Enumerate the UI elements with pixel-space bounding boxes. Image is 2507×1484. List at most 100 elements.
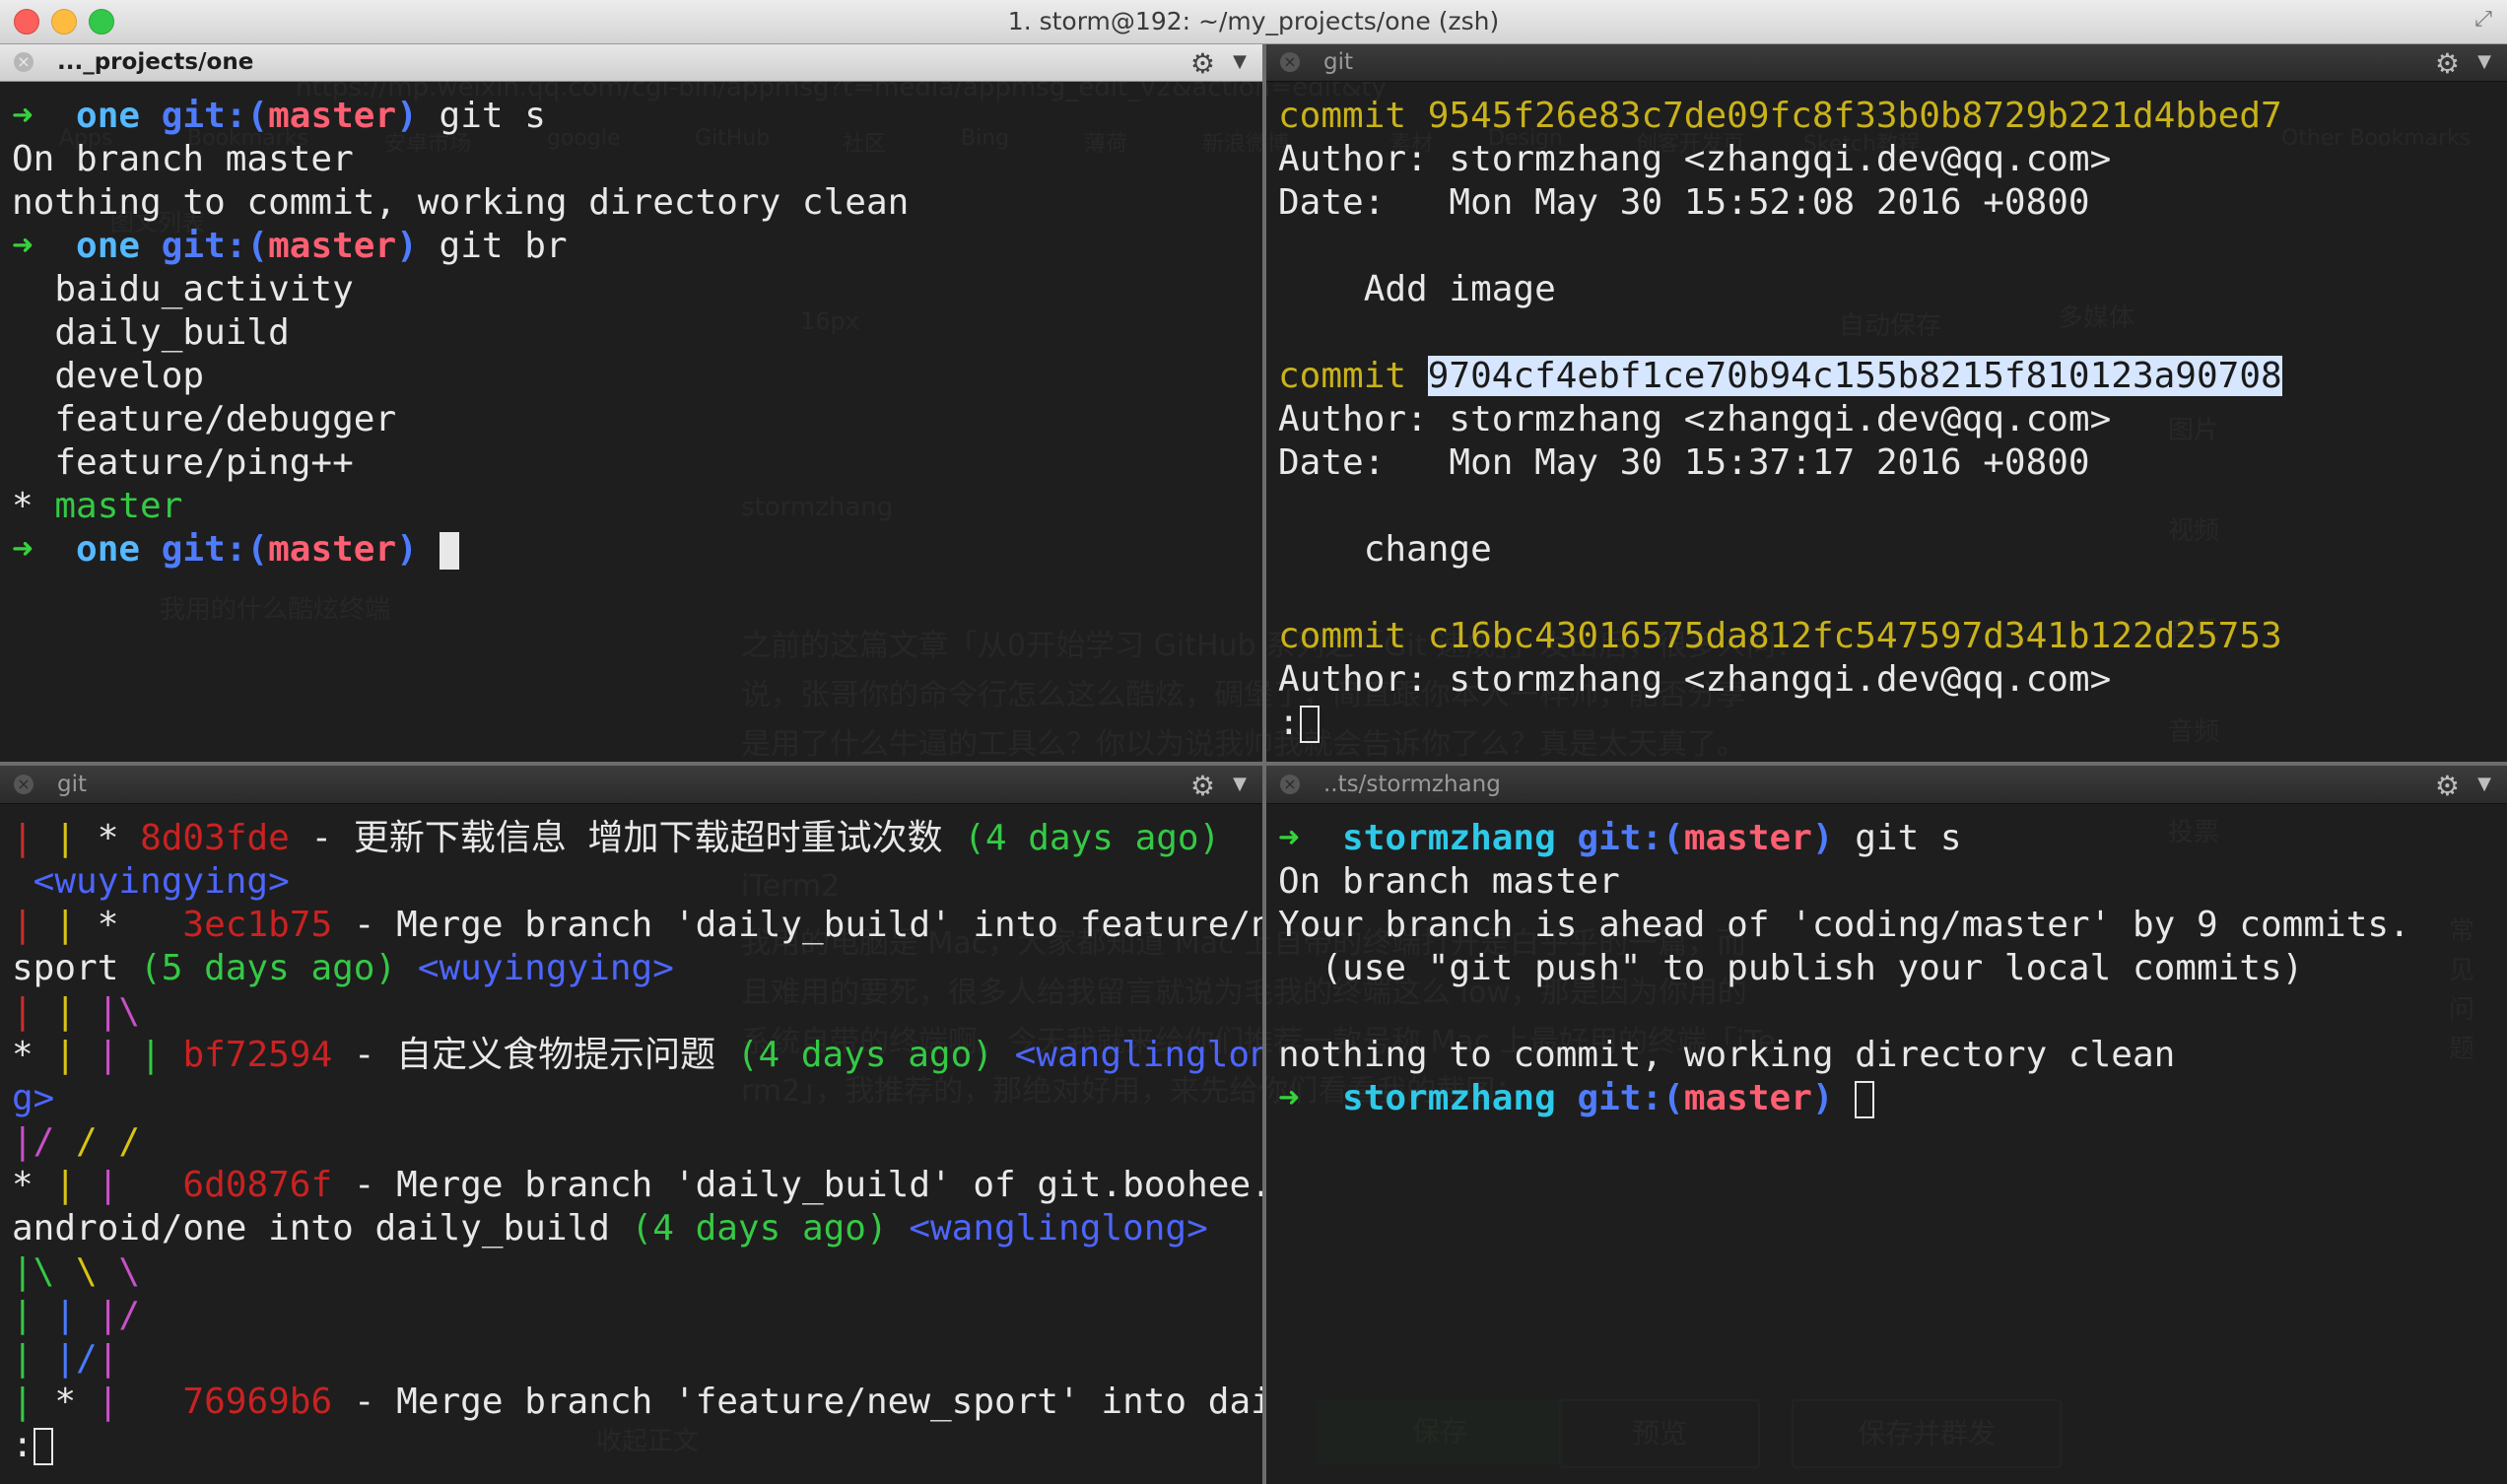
terminal-text: ➜ [12, 226, 77, 266]
terminal-text: / [76, 1121, 119, 1162]
terminal-text: git:( [1577, 1078, 1684, 1118]
terminal-line: Author: stormzhang <zhangqi.dev@qq.com> [1278, 658, 2499, 702]
terminal-output[interactable]: ➜ stormzhang git:(master) git s On branch… [1278, 817, 2499, 1120]
terminal-text: commit 9545f26e83c7de09fc8f33b0b8729b221… [1278, 96, 2282, 136]
terminal-pane-bottom-left[interactable]: × git ⚙ ▼ | | * 8d03fde - 更新下载信息 增加下载超时重试次数 … [0, 766, 1262, 1484]
terminal-text: |/ [97, 1295, 141, 1335]
terminal-output[interactable]: commit 9545f26e83c7de09fc8f33b0b8729b221… [1278, 95, 2499, 745]
terminal-line: daily_build [12, 311, 1254, 355]
terminal-text: one [76, 529, 162, 570]
terminal-text: master [268, 226, 397, 266]
terminal-text: 9704cf4ebf1ce70b94c155b8215f810123a90708 [1427, 356, 2282, 396]
window-title: 1. storm@192: ~/my_projects/one (zsh) [1007, 7, 1500, 35]
terminal-line: * | | | bf72594 - 自定义食物提示问题 (4 days ago)… [12, 1034, 1262, 1077]
terminal-text: Add image [1278, 269, 1556, 309]
terminal-text: 8d03fde [140, 818, 290, 858]
terminal-text: - 更新下载信息 增加下载超时重试次数 [289, 818, 965, 858]
close-pane-icon[interactable]: × [14, 52, 34, 72]
terminal-line: Author: stormzhang <zhangqi.dev@qq.com> [1278, 398, 2499, 441]
terminal-text: ➜ [12, 529, 77, 570]
terminal-text: | [97, 1035, 141, 1075]
pane-header[interactable]: × git ⚙ ▼ [1266, 43, 2507, 82]
gear-icon[interactable]: ⚙ [1190, 47, 1215, 80]
terminal-text: git:( [161, 226, 269, 266]
terminal-text: | [12, 991, 55, 1032]
chevron-down-icon[interactable]: ▼ [2477, 51, 2491, 72]
terminal-line: |\ \ \ [12, 1250, 1254, 1294]
terminal-line: ➜ stormzhang git:(master) [1278, 1077, 2499, 1120]
terminal-text: | [54, 991, 98, 1032]
terminal-pane-top-left[interactable]: × ..._projects/one ⚙ ▼ ➜ one git:(master) gi… [0, 43, 1262, 762]
terminal-text: | [12, 905, 55, 945]
terminal-line: baidu_activity [12, 268, 1254, 311]
terminal-text: | [97, 1338, 119, 1379]
close-pane-icon[interactable]: × [1280, 52, 1300, 72]
pane-header[interactable]: × git ⚙ ▼ [0, 766, 1262, 804]
terminal-text: | [12, 1295, 55, 1335]
terminal-line: ➜ one git:(master) git br [12, 225, 1254, 268]
terminal-text: git:( [161, 529, 269, 570]
terminal-text: 6d0876f [182, 1165, 333, 1205]
terminal-line: | | |/ [12, 1294, 1254, 1337]
terminal-line: |/ / / [12, 1120, 1254, 1164]
terminal-line: change [1278, 528, 2499, 572]
terminal-text: |/ [54, 1338, 98, 1379]
terminal-text: | [54, 905, 98, 945]
terminal-text: ) [1811, 818, 1856, 858]
gear-icon[interactable]: ⚙ [2435, 770, 2460, 802]
terminal-text: master [268, 529, 397, 570]
close-pane-icon[interactable]: × [1280, 775, 1300, 794]
terminal-text: master [54, 486, 183, 526]
terminal-text: - Merge branch 'feature/new_sport' into … [332, 1382, 1262, 1422]
terminal-output[interactable]: ➜ one git:(master) git s On branch master… [12, 95, 1254, 572]
terminal-text: 3ec1b75 [182, 905, 333, 945]
terminal-line: | |/| [12, 1337, 1254, 1381]
terminal-text: 76969b6 [182, 1382, 333, 1422]
gear-icon[interactable]: ⚙ [1190, 770, 1215, 802]
terminal-text: commit [1278, 356, 1428, 396]
terminal-line: On branch master [12, 138, 1254, 181]
chevron-down-icon[interactable]: ▼ [2477, 774, 2491, 794]
terminal-text: ➜ [1278, 1078, 1343, 1118]
terminal-line: Add image [1278, 268, 2499, 311]
terminal-text: : [12, 1425, 34, 1465]
terminal-line: feature/debugger [12, 398, 1254, 441]
terminal-text: - Merge branch 'daily_build' of git.booh… [332, 1165, 1262, 1205]
terminal-text: ) [396, 226, 440, 266]
terminal-text: change [1278, 529, 1492, 570]
pane-divider-horizontal[interactable] [0, 762, 2507, 766]
chevron-down-icon[interactable]: ▼ [1233, 774, 1247, 794]
terminal-text: Author: stormzhang <zhangqi.dev@qq.com> [1278, 139, 2112, 179]
terminal-output[interactable]: | | * 8d03fde - 更新下载信息 增加下载超时重试次数 (4 day… [12, 817, 1262, 1467]
terminal-text: git s [439, 96, 546, 136]
chevron-down-icon[interactable]: ▼ [1233, 51, 1247, 72]
terminal-text: feature/debugger [12, 399, 397, 439]
terminal-text: ) [396, 96, 440, 136]
fullscreen-icon[interactable]: ⤢ [2472, 8, 2495, 32]
terminal-text: master [268, 96, 397, 136]
pane-title: git [1323, 49, 1354, 75]
close-pane-icon[interactable]: × [14, 775, 34, 794]
terminal-text: * [97, 818, 141, 858]
terminal-line: (use "git push" to publish your local co… [1278, 947, 2499, 990]
terminal-cursor [439, 532, 459, 570]
terminal-cursor [33, 1428, 53, 1465]
window-titlebar: 1. storm@192: ~/my_projects/one (zsh) ⤢ [0, 0, 2507, 44]
pane-title: ..._projects/one [57, 49, 254, 75]
gear-icon[interactable]: ⚙ [2435, 47, 2460, 80]
terminal-text: stormzhang [1342, 1078, 1578, 1118]
terminal-line: Your branch is ahead of 'coding/master' … [1278, 904, 2499, 947]
terminal-pane-bottom-right[interactable]: × ..ts/stormzhang ⚙ ▼ ➜ stormzhang git:(mast… [1266, 766, 2507, 1484]
terminal-text: * [54, 1382, 98, 1422]
terminal-text: g> [12, 1078, 55, 1118]
terminal-text: git:( [1577, 818, 1684, 858]
terminal-text: Author: stormzhang <zhangqi.dev@qq.com> [1278, 659, 2112, 700]
terminal-line: ➜ stormzhang git:(master) git s [1278, 817, 2499, 860]
terminal-text: \ [76, 1251, 119, 1292]
terminal-text: stormzhang [1342, 818, 1578, 858]
pane-header[interactable]: × ..._projects/one ⚙ ▼ [0, 43, 1262, 82]
pane-header[interactable]: × ..ts/stormzhang ⚙ ▼ [1266, 766, 2507, 804]
terminal-pane-top-right[interactable]: × git ⚙ ▼ commit 9545f26e83c7de09fc8f33b0b87… [1266, 43, 2507, 762]
